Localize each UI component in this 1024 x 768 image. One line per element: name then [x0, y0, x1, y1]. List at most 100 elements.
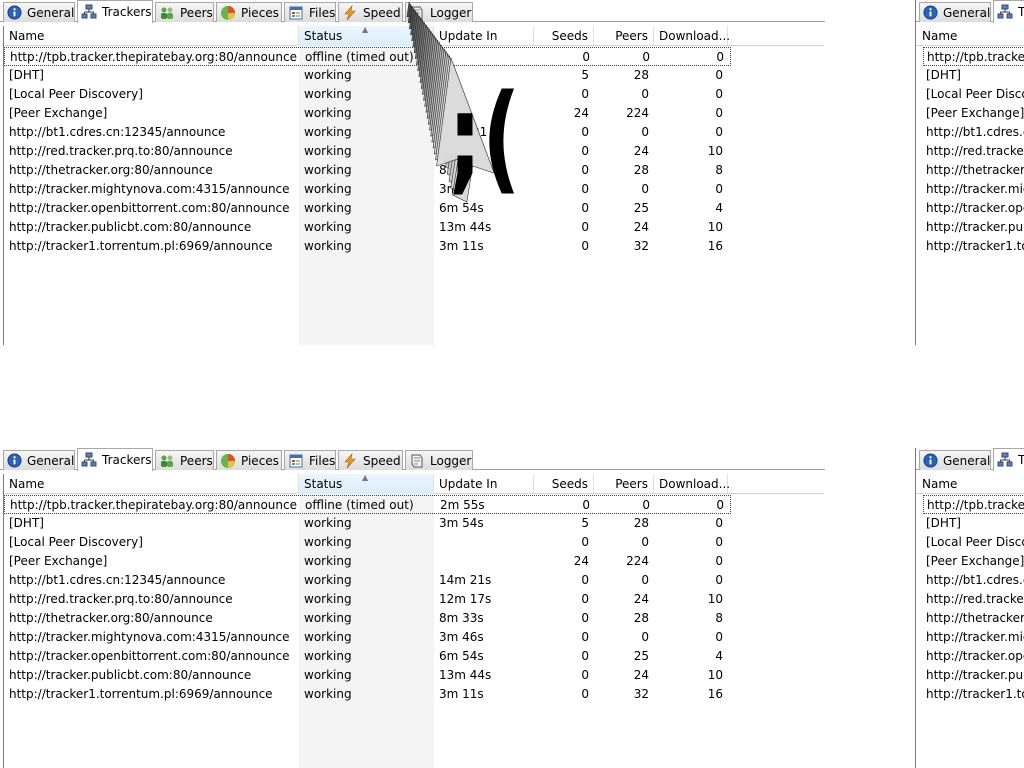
name-column-header[interactable]: Name [4, 474, 299, 494]
update-cell: 2m 55s [440, 498, 485, 512]
peers-column-header[interactable]: Peers [594, 474, 654, 494]
column-header-label: Seeds [551, 29, 588, 43]
status-column-header[interactable]: Status ▲ [299, 25, 434, 46]
tab-trackers[interactable]: T [993, 448, 1024, 471]
name-column-header[interactable]: Name [922, 26, 1024, 46]
name-cell[interactable]: http://red.tracker.p [923, 590, 1024, 609]
name-cell[interactable]: http://tracker.publi [923, 218, 1024, 237]
peers-icon [159, 453, 175, 469]
status-cell: working [304, 201, 352, 215]
table-row[interactable]: http://tracker.mightynova.com:4315/annou… [4, 628, 731, 647]
name-cell[interactable]: http://tracker.oper [923, 647, 1024, 666]
tab-general[interactable]: General [919, 2, 991, 22]
update-cell: 14m 21s [439, 573, 492, 587]
table-header: Name [916, 474, 1024, 494]
table-row[interactable]: [DHT] working 5 28 0 [4, 66, 731, 85]
seeds-column-header[interactable]: Seeds [534, 26, 594, 46]
name-cell[interactable]: http://tracker1.torr [923, 237, 1024, 256]
tab-general[interactable]: General [3, 450, 75, 470]
tab-files[interactable]: Files [284, 2, 336, 22]
column-header-label: Name [9, 29, 45, 43]
downloaded-cell: 0 [716, 50, 724, 64]
name-cell[interactable]: http://bt1.cdres.cn [923, 123, 1024, 142]
name-cell[interactable]: http://tpb.tracker.t [923, 47, 1024, 66]
name-cell[interactable]: http://thetracker.o [923, 609, 1024, 628]
table-row[interactable]: http://thetracker.org:80/announce working… [4, 609, 731, 628]
table-row[interactable]: http://red.tracker.prq.to:80/announce wor… [4, 590, 731, 609]
peers-cell: 25 [633, 201, 649, 215]
name-cell[interactable]: http://tracker1.torr [923, 685, 1024, 704]
peers-cell: 0 [641, 125, 649, 139]
update-in-column-header[interactable]: Update In [434, 474, 534, 494]
name-cell[interactable]: [DHT] [923, 514, 1024, 533]
table-row[interactable]: [Peer Exchange] working 24 224 0 [4, 552, 731, 571]
table-row[interactable]: [Local Peer Discovery] working 0 0 0 [4, 85, 731, 104]
table-row[interactable]: http://bt1.cdres.cn:12345/announce workin… [4, 571, 731, 590]
name-cell[interactable]: http://bt1.cdres.cn [923, 571, 1024, 590]
table-row[interactable]: http://tpb.tracker.thepiratebay.org:80/a… [4, 495, 731, 514]
name-cell[interactable]: [Peer Exchange] [923, 104, 1024, 123]
table-header: Name Status ▲ Update In Seeds Peers Down… [4, 473, 824, 494]
tab-label: General [27, 5, 75, 20]
tab-bar: General Trackers Peers Pieces Files Spee… [0, 0, 825, 23]
name-cell[interactable]: http://thetracker.o [923, 161, 1024, 180]
status-cell: working [304, 68, 352, 82]
tab-speed[interactable]: Speed [338, 2, 403, 22]
seeds-column-header[interactable]: Seeds [534, 474, 594, 494]
tab-trackers[interactable]: Trackers [77, 448, 153, 471]
tab-pieces[interactable]: Pieces [216, 2, 282, 22]
name-cell[interactable]: [Peer Exchange] [923, 552, 1024, 571]
tab-general[interactable]: General [919, 450, 991, 470]
table-row[interactable]: http://bt1.cdres.cn:12345/announce workin… [4, 123, 731, 142]
name-cell[interactable]: http://tracker.oper [923, 199, 1024, 218]
table-row[interactable]: http://tracker.openbittorrent.com:80/ann… [4, 199, 731, 218]
tab-pieces[interactable]: Pieces [216, 450, 282, 470]
downloaded-column-header[interactable]: Download... [654, 474, 730, 494]
name-cell[interactable]: http://tracker.migh [923, 628, 1024, 647]
downloaded-column-header[interactable]: Download... [654, 26, 730, 46]
name-cell[interactable]: [Local Peer Discove [923, 85, 1024, 104]
name-column-header[interactable]: Name [922, 474, 1024, 494]
name-cell[interactable]: http://tracker.migh [923, 180, 1024, 199]
table-row[interactable]: http://tracker.publicbt.com:80/announce w… [4, 666, 731, 685]
tab-trackers[interactable]: Trackers [77, 0, 153, 23]
table-row[interactable]: http://thetracker.org:80/announce working… [4, 161, 731, 180]
name-cell: http://thetracker.org:80/announce [9, 163, 213, 177]
name-cell: http://bt1.cdres.cn:12345/announce [9, 573, 226, 587]
table-row[interactable]: [DHT] working 3m 54s 5 28 0 [4, 514, 731, 533]
status-column-header[interactable]: Status ▲ [299, 473, 434, 494]
files-icon [288, 453, 304, 469]
table-row[interactable]: http://tpb.tracker.thepiratebay.org:80/a… [4, 47, 731, 66]
table-row[interactable]: http://tracker1.torrentum.pl:6969/announ… [4, 237, 731, 256]
downloaded-cell: 8 [715, 163, 723, 177]
peers-cell: 24 [633, 220, 649, 234]
tab-logger[interactable]: Logger [405, 2, 473, 22]
tab-general[interactable]: General [3, 2, 75, 22]
table-row[interactable]: [Local Peer Discovery] working 0 0 0 [4, 533, 731, 552]
table-row[interactable]: http://red.tracker.prq.to:80/announce wor… [4, 142, 731, 161]
name-cell[interactable]: [DHT] [923, 66, 1024, 85]
tab-logger[interactable]: Logger [405, 450, 473, 470]
update-in-column-header[interactable]: Update In [434, 26, 534, 46]
name-cell: http://tpb.tracker.thepiratebay.org:80/a… [10, 498, 297, 512]
name-cell[interactable]: http://tracker.publi [923, 666, 1024, 685]
tab-peers[interactable]: Peers [155, 2, 214, 22]
name-cell[interactable]: http://tpb.tracker.t [923, 495, 1024, 514]
table-row[interactable]: http://tracker1.torrentum.pl:6969/announ… [4, 685, 731, 704]
table-row[interactable]: [Peer Exchange] working 24 224 0 [4, 104, 731, 123]
status-cell: working [304, 144, 352, 158]
pieces-icon [220, 453, 236, 469]
name-column-header[interactable]: Name [4, 26, 299, 46]
name-cell: http://tracker.mightynova.com:4315/annou… [9, 182, 290, 196]
tab-trackers[interactable]: T [993, 0, 1024, 23]
tab-peers[interactable]: Peers [155, 450, 214, 470]
tab-speed[interactable]: Speed [338, 450, 403, 470]
tab-label: Logger [430, 453, 472, 468]
table-row[interactable]: http://tracker.openbittorrent.com:80/ann… [4, 647, 731, 666]
name-cell[interactable]: [Local Peer Discove [923, 533, 1024, 552]
peers-column-header[interactable]: Peers [594, 26, 654, 46]
table-row[interactable]: http://tracker.mightynova.com:4315/annou… [4, 180, 731, 199]
table-row[interactable]: http://tracker.publicbt.com:80/announce w… [4, 218, 731, 237]
tab-files[interactable]: Files [284, 450, 336, 470]
name-cell[interactable]: http://red.tracker.p [923, 142, 1024, 161]
